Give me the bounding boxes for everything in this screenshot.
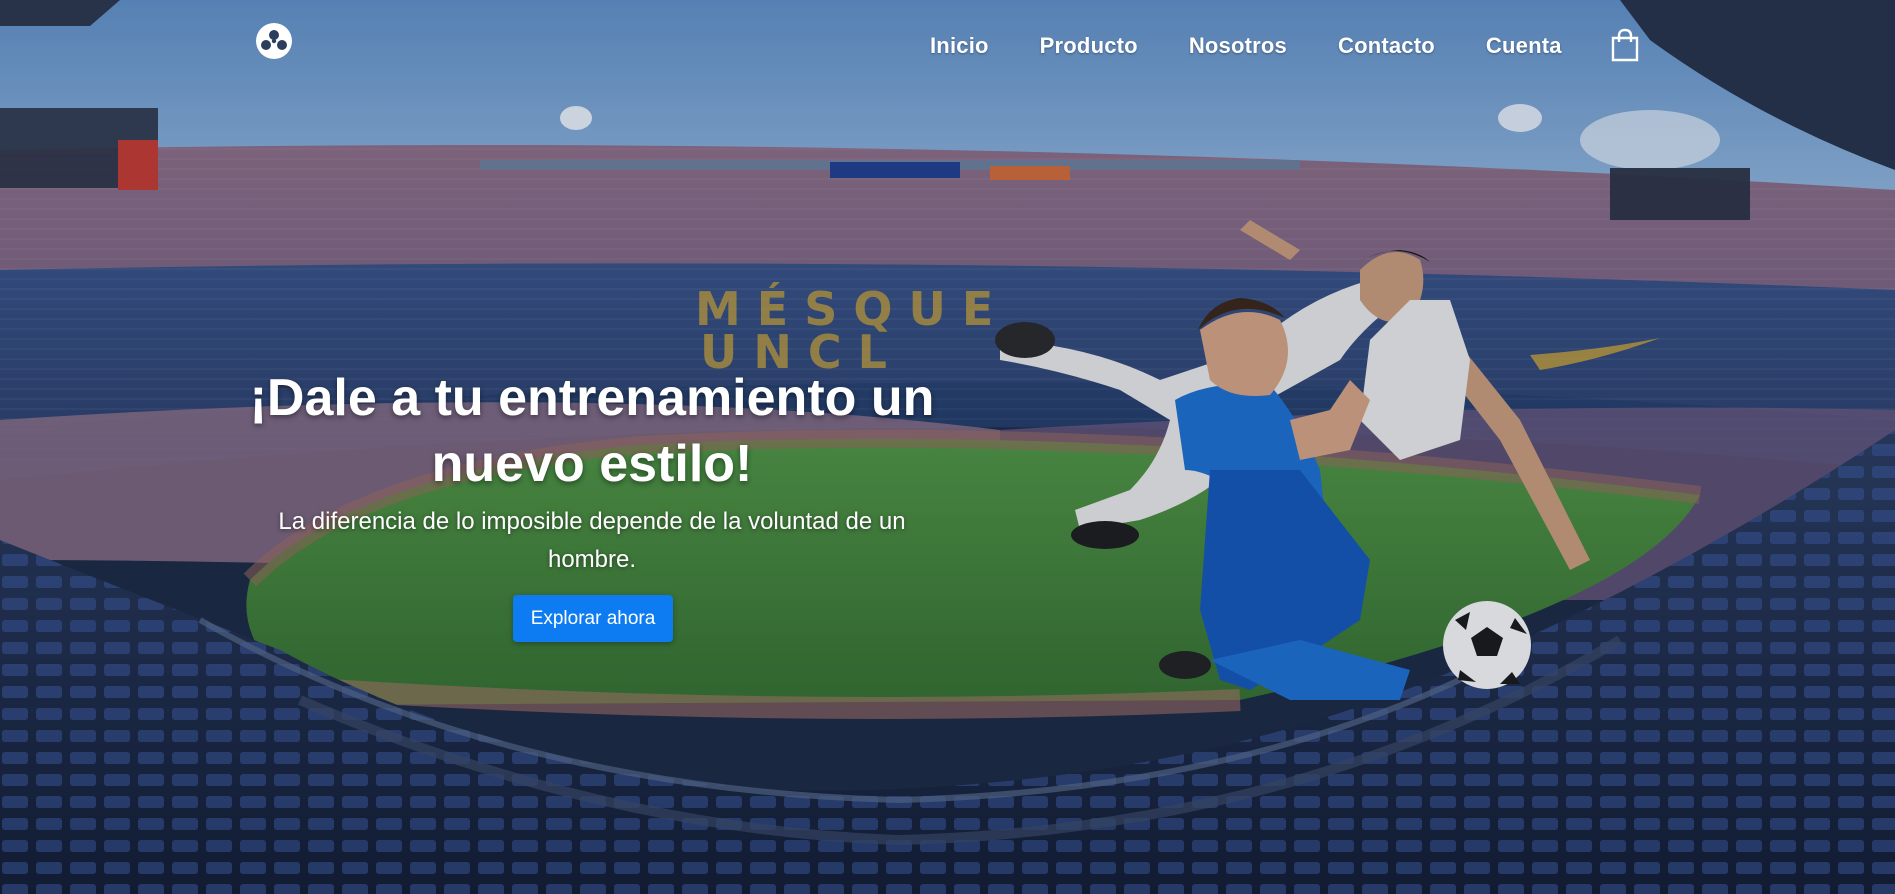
shopping-bag-icon[interactable] [1610, 28, 1640, 62]
hero-headline: ¡Dale a tu entrenamiento un nuevo estilo… [249, 369, 935, 493]
nav-link-cuenta[interactable]: Cuenta [1486, 33, 1562, 59]
hero-subtitle: La diferencia de lo imposible depende de… [278, 508, 906, 573]
nav-link-inicio[interactable]: Inicio [930, 33, 989, 59]
nav-link-contacto[interactable]: Contacto [1338, 33, 1435, 59]
nav-link-producto[interactable]: Producto [1040, 33, 1138, 59]
nav-link-nosotros[interactable]: Nosotros [1189, 33, 1287, 59]
main-nav: Inicio Producto Nosotros Contacto Cuenta [930, 30, 1613, 62]
explore-now-button[interactable]: Explorar ahora [513, 595, 673, 642]
soccer-ball-logo-icon[interactable] [254, 21, 294, 61]
hero-section: M É S Q U E U N C L [0, 0, 1895, 894]
